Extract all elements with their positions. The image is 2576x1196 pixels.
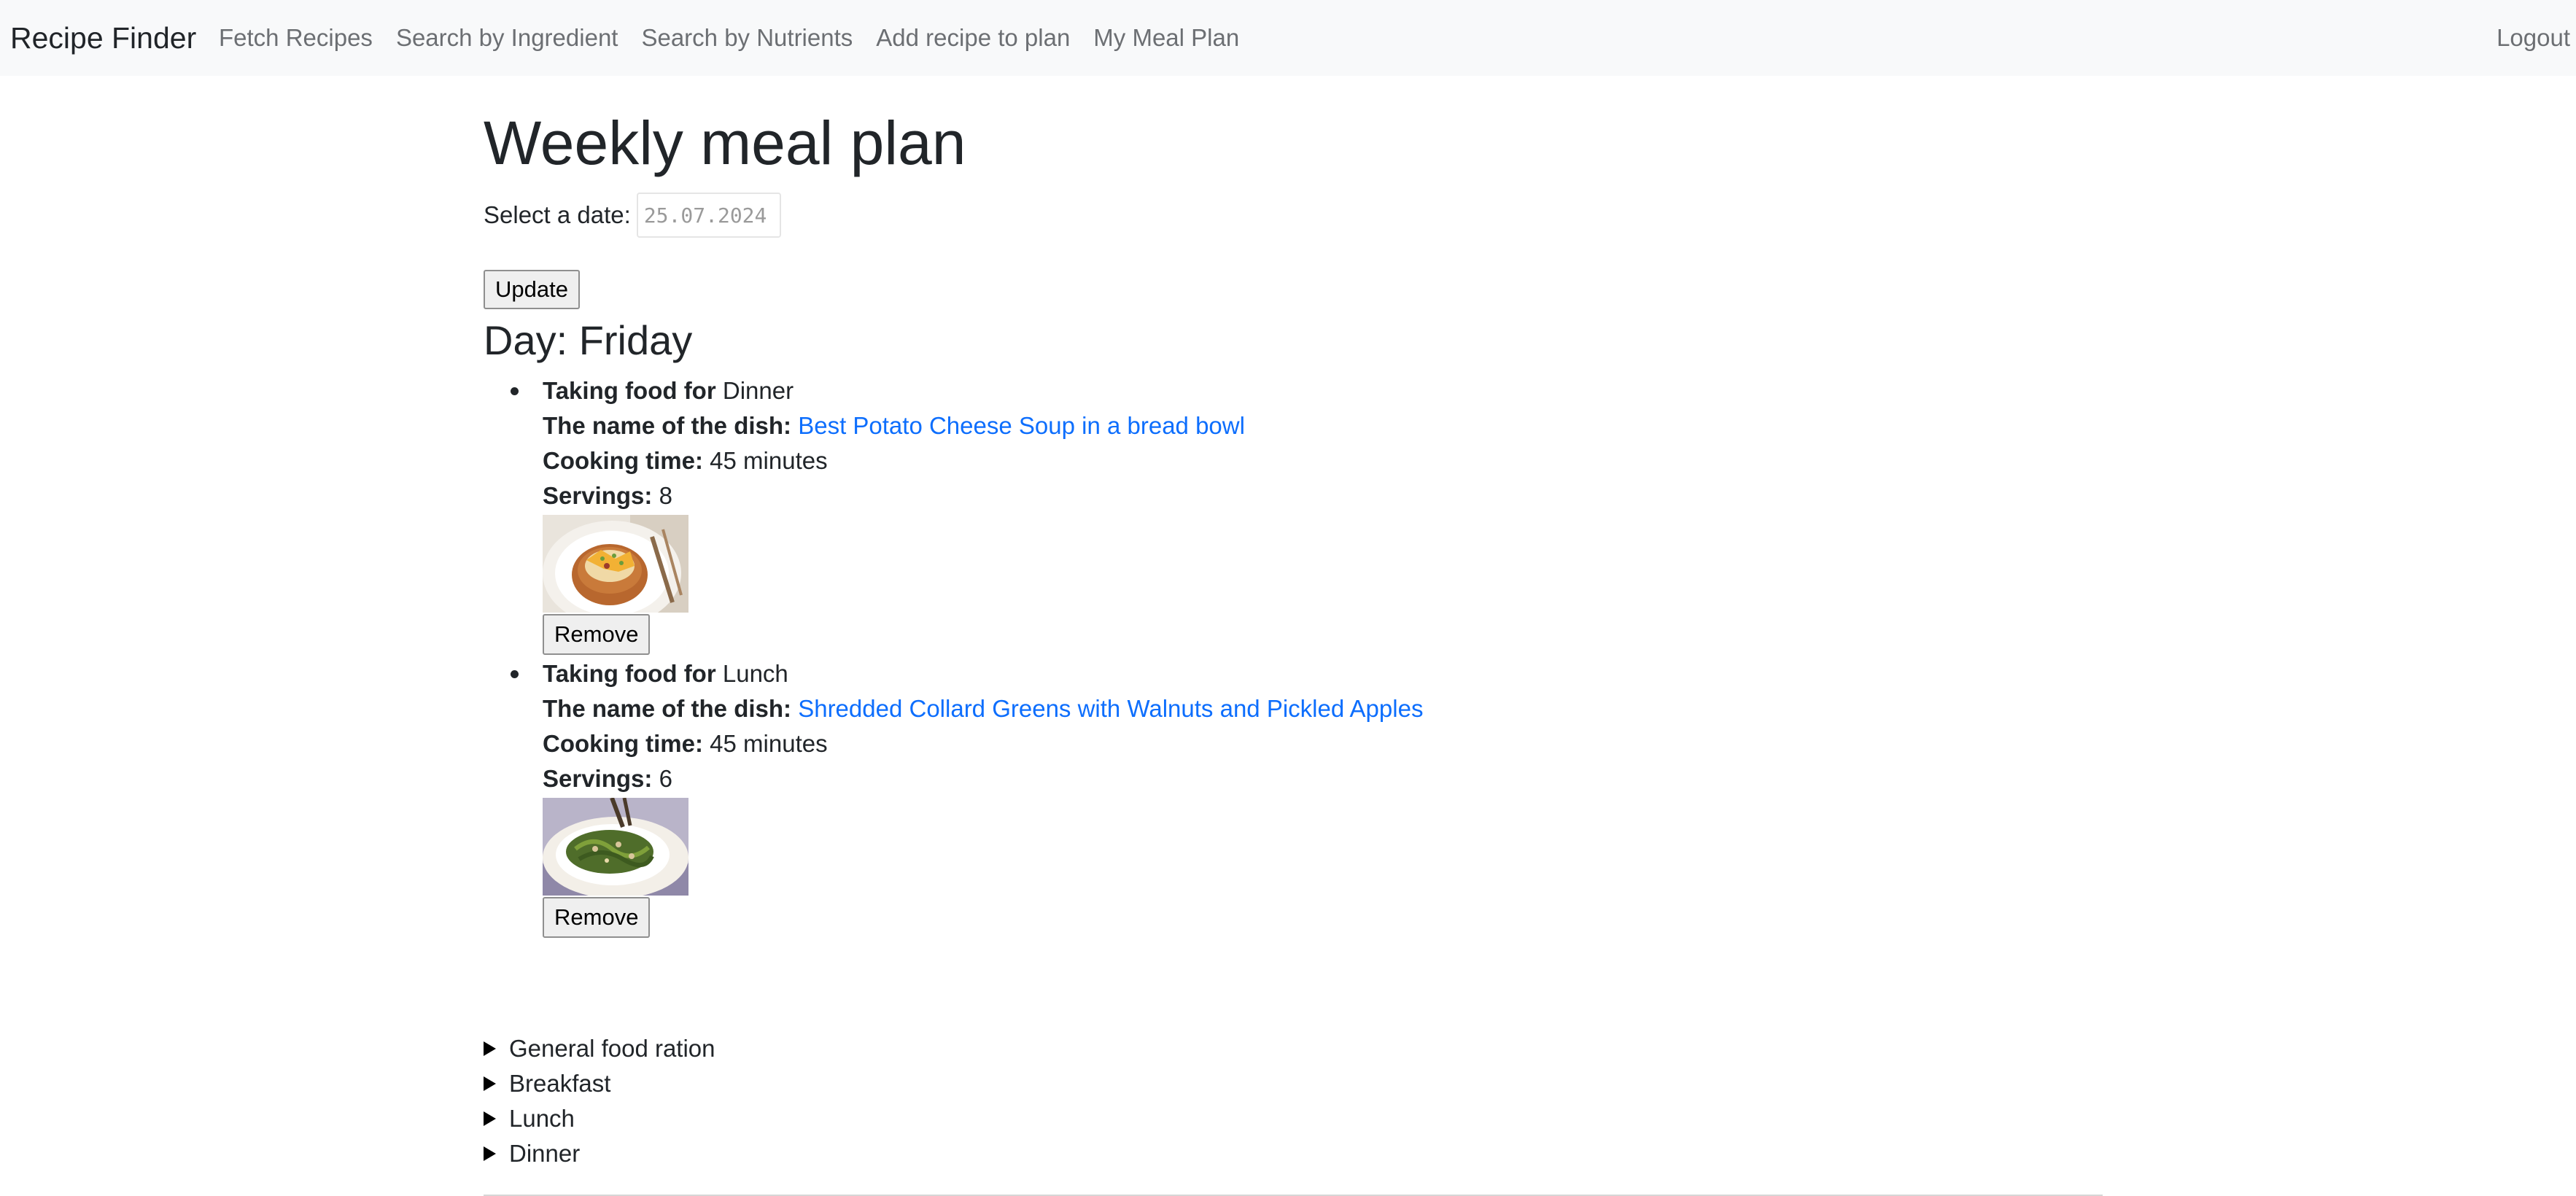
servings-value: 6 bbox=[659, 765, 672, 792]
remove-button[interactable]: Remove bbox=[543, 614, 651, 655]
update-button[interactable]: Update bbox=[484, 270, 580, 309]
page-title: Weekly meal plan bbox=[484, 109, 966, 177]
section-label: Lunch bbox=[509, 1105, 575, 1132]
section-label: General food ration bbox=[509, 1035, 715, 1062]
disclosure-triangle-icon bbox=[484, 1041, 496, 1056]
dish-name-label: The name of the dish: bbox=[543, 695, 792, 722]
brand-link[interactable]: Recipe Finder bbox=[10, 21, 196, 55]
meal-type: Dinner bbox=[722, 377, 794, 404]
dish-name-row: The name of the dish: Shredded Collard G… bbox=[543, 691, 1423, 726]
dish-name-label: The name of the dish: bbox=[543, 412, 792, 439]
cooking-time-label: Cooking time: bbox=[543, 730, 703, 757]
logout-link[interactable]: Logout bbox=[2497, 24, 2570, 52]
cooking-time-row: Cooking time: 45 minutes bbox=[543, 726, 1423, 761]
taking-food-label: Taking food for bbox=[543, 377, 716, 404]
dish-link[interactable]: Shredded Collard Greens with Walnuts and… bbox=[798, 695, 1423, 722]
nav-search-by-nutrients[interactable]: Search by Nutrients bbox=[641, 24, 853, 52]
cooking-time-label: Cooking time: bbox=[543, 447, 703, 474]
meal-type-row: Taking food for Dinner bbox=[543, 373, 1423, 408]
date-label: Select a date: bbox=[484, 201, 631, 228]
servings-row: Servings: 6 bbox=[543, 761, 1423, 796]
meal-type-row: Taking food for Lunch bbox=[543, 656, 1423, 691]
expandable-sections: General food ration Breakfast Lunch Dinn… bbox=[484, 1031, 715, 1171]
section-breakfast[interactable]: Breakfast bbox=[484, 1066, 715, 1101]
nav-search-by-ingredient[interactable]: Search by Ingredient bbox=[396, 24, 618, 52]
servings-label: Servings: bbox=[543, 482, 653, 509]
servings-value: 8 bbox=[659, 482, 672, 509]
date-input[interactable] bbox=[636, 193, 781, 238]
section-dinner[interactable]: Dinner bbox=[484, 1136, 715, 1171]
dish-name-row: The name of the dish: Best Potato Cheese… bbox=[543, 408, 1423, 443]
nav-my-meal-plan[interactable]: My Meal Plan bbox=[1093, 24, 1239, 52]
collard-greens-plate-photo bbox=[543, 798, 688, 896]
section-general-food-ration[interactable]: General food ration bbox=[484, 1031, 715, 1066]
meal-list: Taking food for Dinner The name of the d… bbox=[484, 373, 1423, 939]
section-label: Dinner bbox=[509, 1140, 581, 1167]
cooking-time-row: Cooking time: 45 minutes bbox=[543, 443, 1423, 478]
navbar: Recipe Finder Fetch Recipes Search by In… bbox=[0, 0, 2576, 76]
meal-type: Lunch bbox=[722, 660, 788, 687]
disclosure-triangle-icon bbox=[484, 1076, 496, 1091]
day-heading: Day: Friday bbox=[484, 317, 693, 363]
servings-label: Servings: bbox=[543, 765, 653, 792]
disclosure-triangle-icon bbox=[484, 1146, 496, 1161]
section-lunch[interactable]: Lunch bbox=[484, 1101, 715, 1136]
nav-fetch-recipes[interactable]: Fetch Recipes bbox=[219, 24, 373, 52]
cooking-time-value: 45 minutes bbox=[710, 730, 828, 757]
list-item: Taking food for Dinner The name of the d… bbox=[510, 373, 1423, 655]
list-item: Taking food for Lunch The name of the di… bbox=[510, 656, 1423, 938]
dish-link[interactable]: Best Potato Cheese Soup in a bread bowl bbox=[798, 412, 1245, 439]
taking-food-label: Taking food for bbox=[543, 660, 716, 687]
date-row: Select a date: bbox=[484, 193, 781, 238]
potato-soup-bread-bowl-photo bbox=[543, 515, 688, 613]
nav-add-recipe-to-plan[interactable]: Add recipe to plan bbox=[876, 24, 1070, 52]
section-label: Breakfast bbox=[509, 1070, 611, 1097]
servings-row: Servings: 8 bbox=[543, 478, 1423, 513]
cooking-time-value: 45 minutes bbox=[710, 447, 828, 474]
disclosure-triangle-icon bbox=[484, 1111, 496, 1126]
remove-button[interactable]: Remove bbox=[543, 897, 651, 938]
nav-links: Fetch Recipes Search by Ingredient Searc… bbox=[219, 24, 1239, 52]
